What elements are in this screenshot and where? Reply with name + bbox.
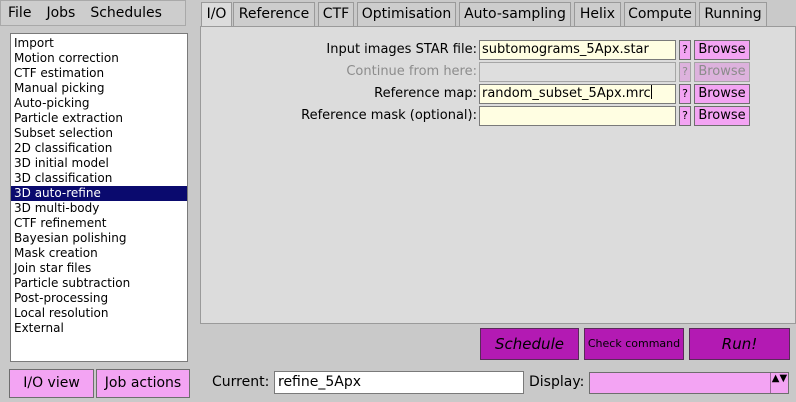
job-type-list[interactable]: Import Motion correction CTF estimation … [10, 33, 188, 362]
menu-file[interactable]: File [1, 5, 39, 21]
job-type-item[interactable]: 2D classification [11, 141, 187, 156]
tab-compute[interactable]: Compute [624, 2, 696, 26]
job-type-item[interactable]: Auto-picking [11, 96, 187, 111]
tab-optimisation[interactable]: Optimisation [357, 2, 456, 26]
job-type-item[interactable]: Manual picking [11, 81, 187, 96]
continue-from-browse-button: Browse [694, 62, 750, 82]
job-type-item[interactable]: Join star files [11, 261, 187, 276]
job-type-item[interactable]: Bayesian polishing [11, 231, 187, 246]
display-label: Display: [529, 374, 585, 390]
reference-map-label: Reference map: [374, 86, 477, 101]
input-images-field[interactable]: subtomograms_5Apx.star [479, 40, 676, 60]
job-type-item[interactable]: Subset selection [11, 126, 187, 141]
tab-auto-sampling[interactable]: Auto-sampling [459, 2, 571, 26]
reference-mask-help-button[interactable]: ? [679, 106, 691, 126]
display-select[interactable]: ▲▼ [589, 372, 789, 394]
job-type-item[interactable]: Particle extraction [11, 111, 187, 126]
dropdown-arrows-icon: ▲▼ [770, 373, 788, 393]
tab-io[interactable]: I/O [201, 2, 232, 28]
job-type-item[interactable]: Local resolution [11, 306, 187, 321]
reference-mask-field[interactable] [479, 106, 676, 126]
tab-running[interactable]: Running [699, 2, 767, 26]
input-images-browse-button[interactable]: Browse [694, 40, 750, 60]
job-type-item[interactable]: 3D multi-body [11, 201, 187, 216]
check-command-button[interactable]: Check command [584, 328, 684, 360]
job-type-item[interactable]: Mask creation [11, 246, 187, 261]
job-type-item[interactable]: Import [11, 36, 187, 51]
job-type-item[interactable]: Post-processing [11, 291, 187, 306]
job-type-item[interactable]: External [11, 321, 187, 336]
continue-from-help-button: ? [679, 62, 691, 82]
reference-map-value: random_subset_5Apx.mrc [482, 86, 651, 101]
continue-from-label: Continue from here: [346, 64, 477, 79]
reference-mask-browse-button[interactable]: Browse [694, 106, 750, 126]
menu-schedules[interactable]: Schedules [83, 5, 170, 21]
tab-helix[interactable]: Helix [574, 2, 621, 26]
current-label: Current: [212, 374, 270, 390]
text-cursor [650, 85, 652, 99]
reference-map-help-button[interactable]: ? [679, 84, 691, 104]
run-button[interactable]: Run! [689, 328, 790, 360]
io-view-button[interactable]: I/O view [9, 369, 94, 398]
reference-map-field[interactable]: random_subset_5Apx.mrc [479, 84, 676, 104]
job-type-item[interactable]: CTF estimation [11, 66, 187, 81]
job-actions-button[interactable]: Job actions [96, 369, 190, 398]
job-type-item[interactable]: CTF refinement [11, 216, 187, 231]
schedule-button[interactable]: Schedule [480, 328, 579, 360]
reference-mask-label: Reference mask (optional): [301, 108, 477, 123]
job-type-item-selected[interactable]: 3D auto-refine [11, 186, 187, 201]
job-type-item[interactable]: Particle subtraction [11, 276, 187, 291]
current-job-name-input[interactable]: refine_5Apx [274, 371, 524, 394]
continue-from-field [479, 62, 676, 82]
menu-bar: File Jobs Schedules [0, 0, 186, 26]
input-images-label: Input images STAR file: [326, 42, 477, 57]
tab-reference[interactable]: Reference [233, 2, 315, 26]
menu-jobs[interactable]: Jobs [39, 5, 83, 21]
job-type-item[interactable]: Motion correction [11, 51, 187, 66]
tab-ctf[interactable]: CTF [318, 2, 354, 26]
job-type-item[interactable]: 3D initial model [11, 156, 187, 171]
reference-map-browse-button[interactable]: Browse [694, 84, 750, 104]
job-type-item[interactable]: 3D classification [11, 171, 187, 186]
input-images-help-button[interactable]: ? [679, 40, 691, 60]
